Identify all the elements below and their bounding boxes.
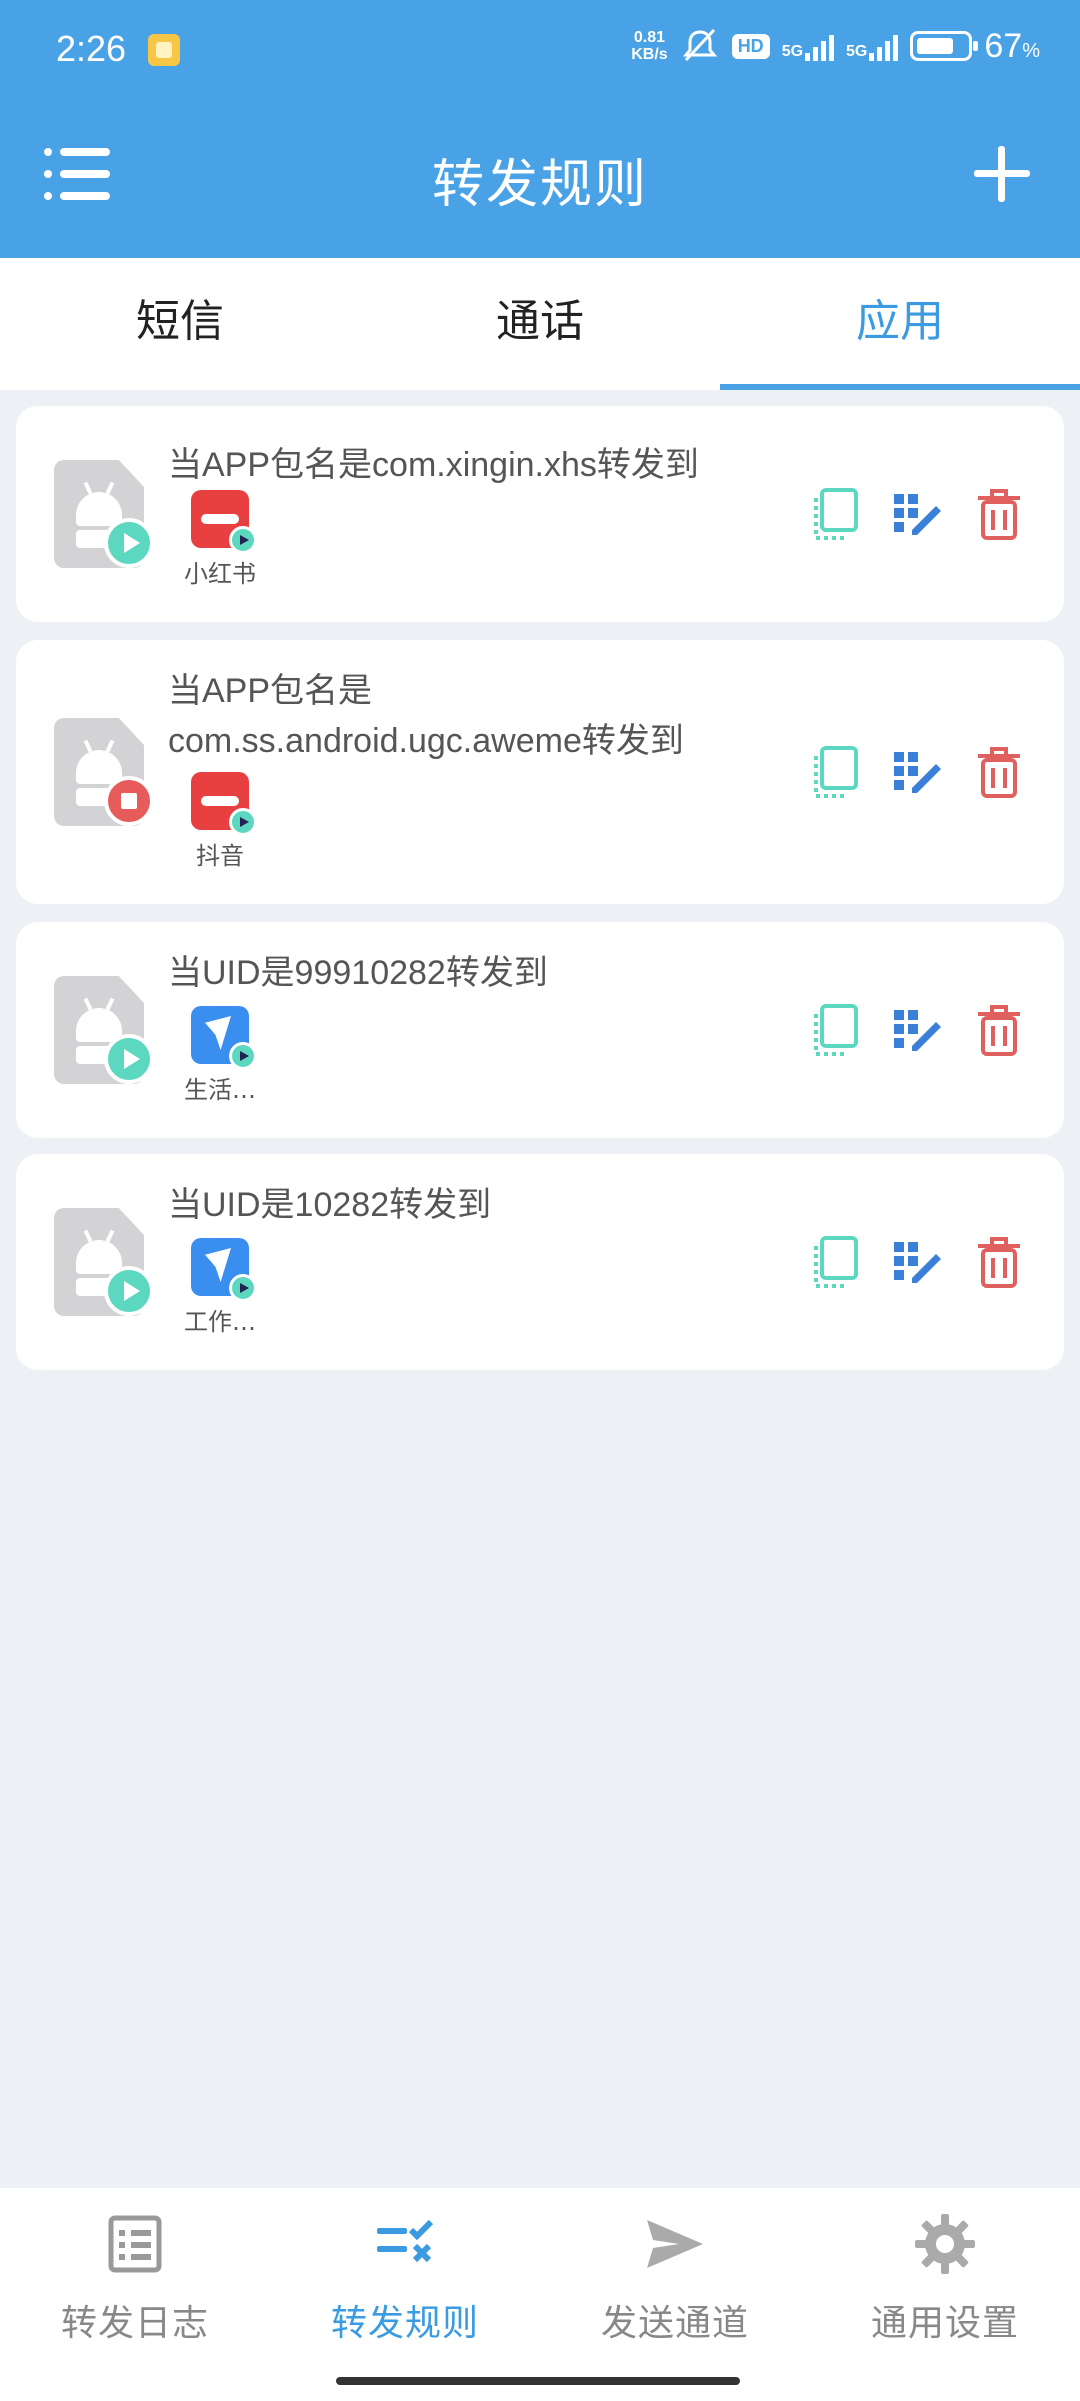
rules-icon — [377, 2219, 434, 2263]
target-app-icon — [191, 490, 257, 554]
mute-icon — [682, 28, 717, 62]
battery-value: 67 — [984, 26, 1023, 65]
rule-condition: 当APP包名是com.xingin.xhs转发到 — [168, 446, 699, 484]
rule-card[interactable]: 当UID是10282转发到 工作… — [16, 1154, 1064, 1370]
delete-icon[interactable] — [974, 1002, 1024, 1058]
copy-icon[interactable] — [810, 1234, 860, 1290]
battery-unit: % — [1022, 39, 1040, 62]
rule-condition: 当APP包名是 com.ss.android.ugc.aweme转发到 — [168, 672, 684, 760]
nav-label: 转发日志 — [60, 2303, 209, 2344]
hd-badge: HD — [731, 33, 770, 59]
rule-target: 小红书 — [170, 490, 270, 589]
nav-forward-log[interactable]: 转发日志 — [0, 2188, 270, 2401]
copy-icon[interactable] — [810, 486, 860, 542]
network-speed: 0.81 KB/s — [631, 29, 667, 63]
target-app-icon — [191, 772, 257, 836]
target-label: 抖音 — [196, 842, 244, 870]
page-title: 转发规则 — [431, 155, 648, 215]
tab-app[interactable]: 应用 — [720, 258, 1080, 390]
signal-bars-icon — [869, 31, 899, 61]
rule-condition: 当UID是10282转发到 — [168, 1186, 492, 1224]
signal-2-label: 5G — [846, 43, 868, 60]
rule-actions — [810, 1002, 1024, 1058]
play-status-icon — [104, 1266, 154, 1316]
signal-1: 5G — [781, 31, 835, 61]
edit-icon[interactable] — [892, 1002, 942, 1058]
log-list-icon — [108, 2215, 162, 2273]
target-app-icon — [191, 1006, 257, 1070]
signal-2: 5G — [846, 31, 899, 61]
rule-target: 生活… — [170, 1006, 270, 1105]
speed-unit: KB/s — [631, 46, 668, 63]
rule-condition: 当UID是99910282转发到 — [168, 954, 548, 992]
nav-label: 发送通道 — [600, 2303, 749, 2344]
copy-icon[interactable] — [810, 1002, 860, 1058]
toolbar: 转发规则 — [0, 100, 1080, 258]
rule-target: 抖音 — [170, 772, 270, 871]
target-label: 工作… — [184, 1308, 256, 1336]
nav-label: 通用设置 — [870, 2303, 1019, 2344]
delete-icon[interactable] — [974, 1234, 1024, 1290]
nav-forward-rules[interactable]: 转发规则 — [270, 2188, 540, 2401]
rule-actions — [810, 744, 1024, 800]
delete-icon[interactable] — [974, 744, 1024, 800]
edit-icon[interactable] — [892, 486, 942, 542]
notification-icon — [148, 34, 180, 66]
android-app-icon — [54, 718, 154, 826]
rule-card[interactable]: 当APP包名是 com.ss.android.ugc.aweme转发到 抖音 — [16, 640, 1064, 904]
rule-actions — [810, 486, 1024, 542]
app-header: 2:26 0.81 KB/s HD 5G 5G 67% 转发规则 — [0, 0, 1080, 258]
send-icon — [647, 2220, 703, 2268]
gear-icon — [915, 2214, 975, 2274]
tab-sms[interactable]: 短信 — [0, 258, 360, 390]
status-bar: 2:26 0.81 KB/s HD 5G 5G 67% — [0, 0, 1080, 100]
nav-general-settings[interactable]: 通用设置 — [810, 2188, 1080, 2401]
android-app-icon — [54, 976, 154, 1084]
rule-card[interactable]: 当UID是99910282转发到 生活… — [16, 922, 1064, 1138]
tab-call[interactable]: 通话 — [360, 258, 720, 390]
signal-bars-icon — [805, 31, 835, 61]
edit-icon[interactable] — [892, 1234, 942, 1290]
bottom-navigation: 转发日志 转发规则 发送通道 通用设置 — [0, 2188, 1080, 2401]
nav-send-channel[interactable]: 发送通道 — [540, 2188, 810, 2401]
rule-card[interactable]: 当APP包名是com.xingin.xhs转发到 小红书 — [16, 406, 1064, 622]
play-status-icon — [104, 518, 154, 568]
delete-icon[interactable] — [974, 486, 1024, 542]
home-indicator[interactable] — [336, 2377, 740, 2385]
nav-label: 转发规则 — [330, 2303, 479, 2344]
target-label: 小红书 — [184, 560, 256, 588]
target-label: 生活… — [184, 1076, 256, 1104]
target-app-icon — [191, 1238, 257, 1302]
play-status-icon — [104, 1034, 154, 1084]
tab-bar: 短信 通话 应用 — [0, 258, 1080, 390]
speed-value: 0.81 — [633, 29, 666, 46]
status-right: 0.81 KB/s HD 5G 5G 67% — [631, 26, 1040, 66]
edit-icon[interactable] — [892, 744, 942, 800]
android-app-icon — [54, 1208, 154, 1316]
battery-percent: 67% — [984, 27, 1040, 66]
battery-icon — [910, 31, 979, 61]
plus-icon[interactable] — [974, 146, 1030, 202]
copy-icon[interactable] — [810, 744, 860, 800]
android-app-icon — [54, 460, 154, 568]
stop-status-icon — [104, 776, 154, 826]
rule-target: 工作… — [170, 1238, 270, 1337]
rule-actions — [810, 1234, 1024, 1290]
signal-1-label: 5G — [781, 43, 804, 60]
status-time: 2:26 — [56, 28, 127, 69]
